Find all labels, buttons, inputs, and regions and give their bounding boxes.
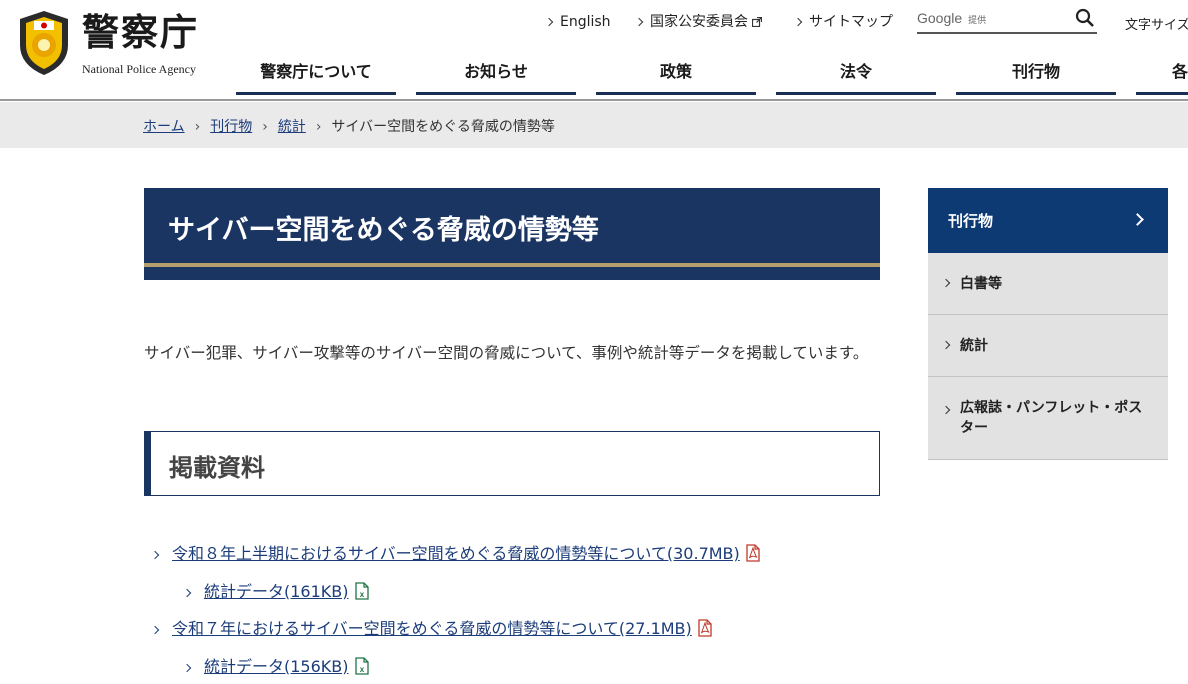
breadcrumb-current: サイバー空間をめぐる脅威の情勢等 [331,119,555,135]
site-search: Google 提供 [917,4,1097,34]
breadcrumb: ホーム › 刊行物 › 統計 › サイバー空間をめぐる脅威の情勢等 [0,102,1188,148]
chevron-right-icon [941,278,951,288]
sidebar-heading-label: 刊行物 [948,212,994,230]
sidebar-heading[interactable]: 刊行物 [928,188,1168,253]
document-subitem: 統計データ(161KB) x [182,578,369,602]
chevron-right-icon [150,550,160,560]
pdf-icon [746,544,760,562]
provided-by-label: 提供 [968,15,987,25]
stats-data-link[interactable]: 統計データ(161KB) [204,582,349,601]
external-link-icon [752,17,762,27]
chevron-right-icon [182,588,192,598]
chevron-right-icon [1131,213,1144,226]
public-safety-commission-label: 国家公安委員会 [650,14,748,30]
search-brand: Google 提供 [917,10,986,26]
search-icon[interactable] [1075,8,1095,28]
page-title: サイバー空間をめぐる脅威の情勢等 [168,215,599,246]
sidebar-item-statistics[interactable]: 統計 [928,315,1168,377]
page-title-banner: サイバー空間をめぐる脅威の情勢等 [144,188,880,280]
chevron-right-icon [150,625,160,635]
sitemap-link[interactable]: サイトマップ [793,12,893,32]
public-safety-commission-link[interactable]: 国家公安委員会 [634,12,762,32]
nav-laws[interactable]: 法令 [776,57,936,95]
english-link[interactable]: English [544,12,611,32]
nav-about[interactable]: 警察庁について [236,57,396,95]
svg-text:x: x [359,590,364,599]
svg-text:x: x [359,665,364,674]
global-nav: 警察庁について お知らせ 政策 法令 刊行物 各 [0,57,1188,95]
nav-news[interactable]: お知らせ [416,57,576,95]
nav-publications[interactable]: 刊行物 [956,57,1116,95]
chevron-right-icon [941,405,951,415]
document-item: 令和８年上半期におけるサイバー空間をめぐる脅威の情勢等について(30.7MB) [150,540,760,564]
pdf-icon [698,619,712,637]
lead-text: サイバー犯罪、サイバー攻撃等のサイバー空間の脅威について、事例や統計等データを掲… [144,344,869,362]
breadcrumb-separator: › [194,119,201,135]
sitemap-label: サイトマップ [809,14,893,30]
document-link[interactable]: 令和７年におけるサイバー空間をめぐる脅威の情勢等について(27.1MB) [172,619,692,638]
search-input[interactable] [1012,6,1067,30]
breadcrumb-publications[interactable]: 刊行物 [210,119,252,135]
chevron-right-icon [182,663,192,673]
title-accent-stripe [144,263,880,267]
chevron-right-icon [544,17,554,27]
chevron-right-icon [634,17,644,27]
document-link[interactable]: 令和８年上半期におけるサイバー空間をめぐる脅威の情勢等について(30.7MB) [172,544,740,563]
document-subitem: 統計データ(156KB) x [182,653,369,677]
sidebar-item-white-papers[interactable]: 白書等 [928,253,1168,315]
sidebar-item-label: 広報誌・パンフレット・ポスター [960,400,1143,436]
nav-policy[interactable]: 政策 [596,57,756,95]
english-link-label: English [560,14,611,30]
stats-data-link[interactable]: 統計データ(156KB) [204,657,349,676]
google-label: Google [917,10,963,26]
excel-icon: x [354,657,369,675]
sidebar-item-label: 統計 [960,338,988,354]
sidebar-item-pr-materials[interactable]: 広報誌・パンフレット・ポスター [928,377,1168,460]
nav-more[interactable]: 各 [1136,57,1188,95]
breadcrumb-statistics[interactable]: 統計 [278,119,306,135]
breadcrumb-separator: › [262,119,268,135]
chevron-right-icon [793,17,803,27]
breadcrumb-separator: › [315,119,322,135]
section-heading: 掲載資料 [144,431,880,496]
section-title: 掲載資料 [169,454,265,482]
breadcrumb-home[interactable]: ホーム [143,119,185,135]
sidebar-item-label: 白書等 [960,276,1002,292]
excel-icon: x [354,582,369,600]
font-size-link[interactable]: 文字サイズ [1125,14,1188,33]
chevron-right-icon [941,340,951,350]
sidebar-menu: 白書等 統計 広報誌・パンフレット・ポスター [928,253,1168,460]
site-header: 警察庁 National Police Agency English 国家公安委… [0,0,1188,101]
document-item: 令和７年におけるサイバー空間をめぐる脅威の情勢等について(27.1MB) [150,615,712,639]
